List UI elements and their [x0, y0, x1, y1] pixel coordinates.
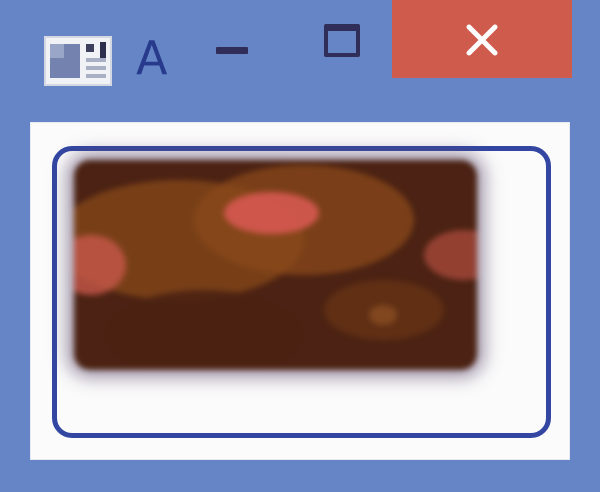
image-region [104, 290, 304, 370]
image-region [424, 230, 477, 280]
maximize-icon [324, 24, 360, 57]
close-icon [464, 22, 500, 58]
minimize-button[interactable] [192, 0, 272, 78]
minimize-icon [216, 47, 248, 54]
content-area [30, 122, 570, 460]
maximize-button[interactable] [298, 0, 380, 78]
image-region [369, 305, 397, 325]
window-title: A [136, 31, 168, 85]
image-preview[interactable] [74, 160, 477, 370]
image-region [224, 192, 319, 234]
image-viewer-icon[interactable] [44, 36, 112, 86]
title-bar[interactable]: A [0, 0, 600, 100]
app-window: A [0, 0, 600, 492]
close-button[interactable] [392, 0, 572, 78]
